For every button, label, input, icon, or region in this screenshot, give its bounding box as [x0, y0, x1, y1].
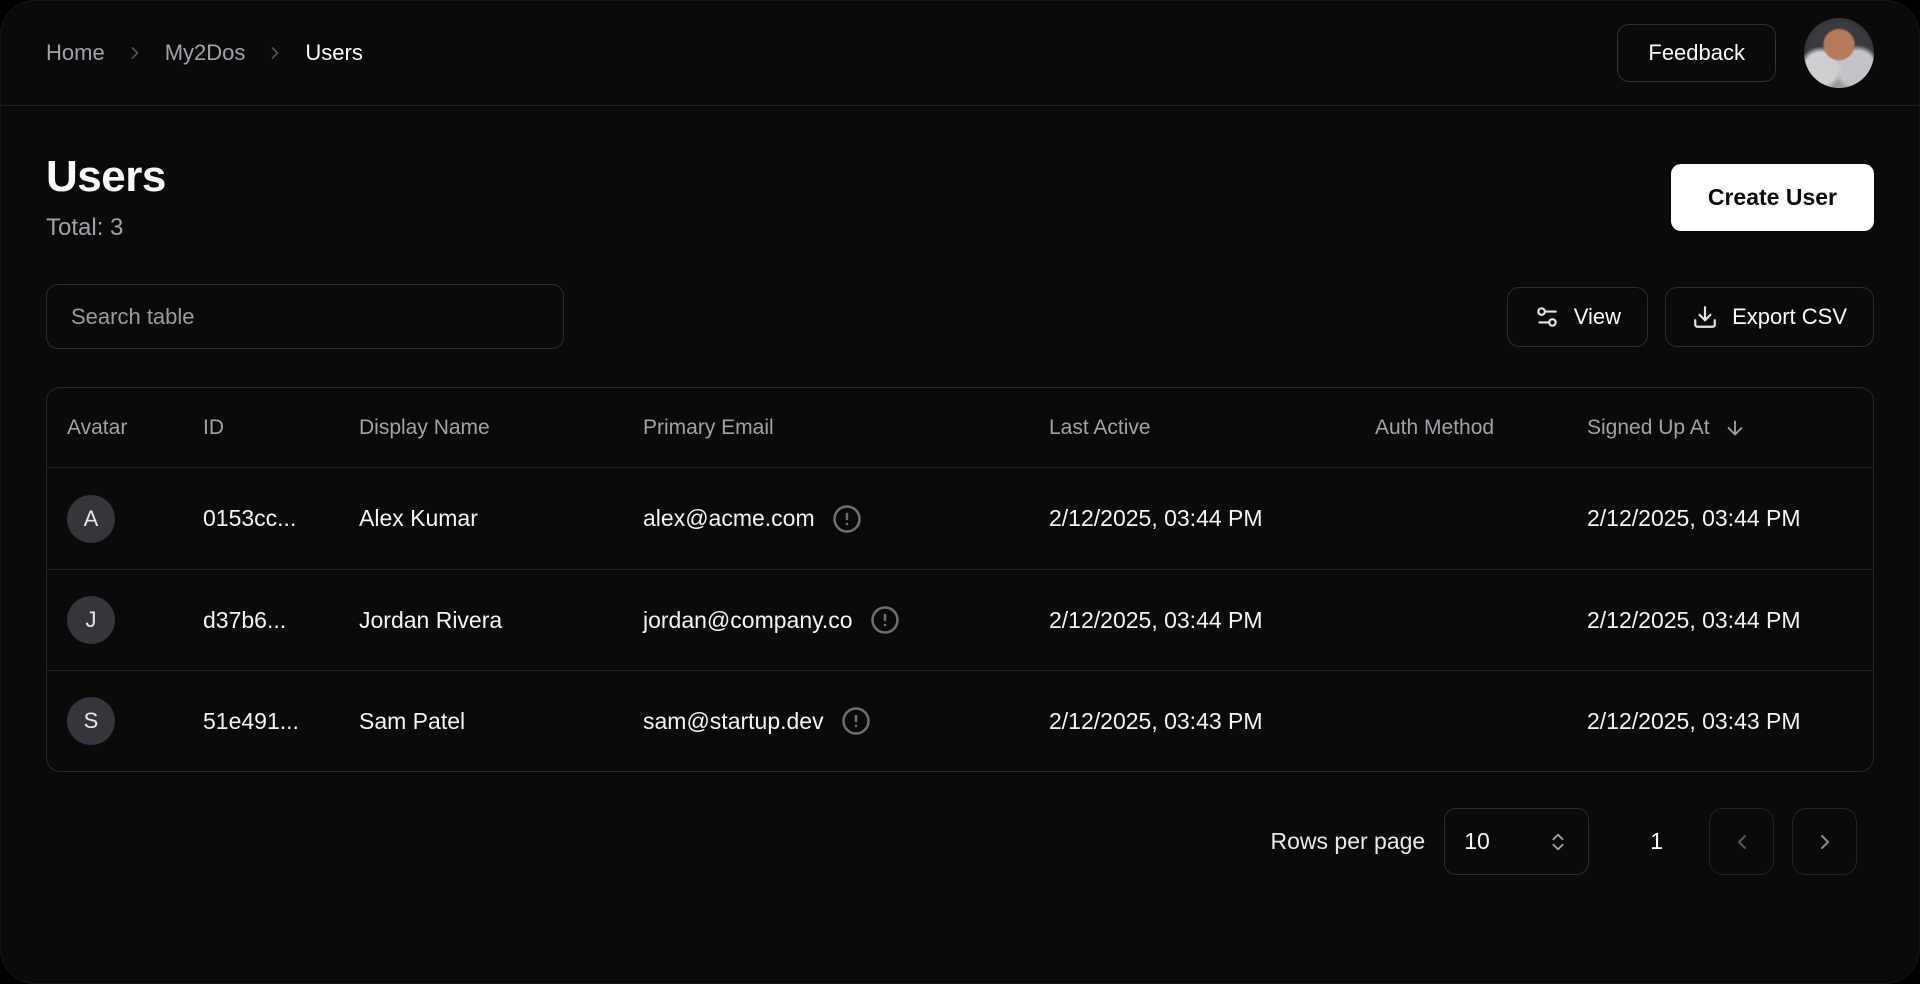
next-page-button[interactable] [1792, 808, 1857, 875]
avatar: J [67, 596, 115, 644]
current-page-indicator: 1 [1650, 828, 1663, 855]
column-header-auth-method[interactable]: Auth Method [1375, 416, 1587, 440]
column-header-primary-email[interactable]: Primary Email [643, 416, 1049, 440]
table-toolbar: View Export CSV [46, 284, 1874, 349]
display-name-cell: Jordan Rivera [359, 607, 643, 634]
last-active-cell: 2/12/2025, 03:44 PM [1049, 607, 1375, 634]
main-content: Users Total: 3 Create User View [1, 106, 1919, 983]
view-button[interactable]: View [1507, 287, 1648, 347]
display-name-cell: Alex Kumar [359, 505, 643, 532]
id-cell: d37b6... [203, 607, 359, 634]
avatar: A [67, 495, 115, 543]
profile-avatar[interactable] [1804, 18, 1874, 88]
chevrons-up-down-icon [1547, 831, 1569, 853]
column-header-label: Avatar [67, 416, 127, 440]
title-block: Users Total: 3 [46, 152, 166, 242]
id-cell: 0153cc... [203, 505, 359, 532]
alert-circle-icon[interactable] [832, 504, 862, 534]
column-header-signed-up-at[interactable]: Signed Up At [1587, 416, 1853, 440]
top-nav-right: Feedback [1617, 18, 1874, 88]
column-header-label: Display Name [359, 416, 490, 440]
rows-per-page-select[interactable]: 10 [1444, 808, 1589, 875]
chevron-right-icon [265, 43, 285, 63]
signed-up-at-cell: 2/12/2025, 03:43 PM [1587, 708, 1853, 735]
id-cell: 51e491... [203, 708, 359, 735]
search-input[interactable] [46, 284, 564, 349]
last-active-cell: 2/12/2025, 03:44 PM [1049, 505, 1375, 532]
view-button-label: View [1574, 304, 1621, 330]
column-header-display-name[interactable]: Display Name [359, 416, 643, 440]
create-user-button[interactable]: Create User [1671, 164, 1874, 231]
rows-per-page-label: Rows per page [1271, 828, 1426, 855]
email-text: jordan@company.co [643, 607, 853, 634]
alert-circle-icon[interactable] [841, 706, 871, 736]
column-header-label: Auth Method [1375, 416, 1494, 440]
table-row[interactable]: A 0153cc... Alex Kumar alex@acme.com 2/1… [47, 468, 1873, 569]
breadcrumb-users[interactable]: Users [305, 40, 362, 66]
app-window: Home My2Dos Users Feedback Users Total: … [0, 0, 1920, 984]
sliders-icon [1534, 304, 1560, 330]
page-title: Users [46, 152, 166, 202]
primary-email-cell: sam@startup.dev [643, 706, 1049, 736]
feedback-button[interactable]: Feedback [1617, 24, 1776, 82]
avatar-cell: J [67, 596, 203, 644]
chevron-right-icon [125, 43, 145, 63]
signed-up-at-cell: 2/12/2025, 03:44 PM [1587, 607, 1853, 634]
export-csv-button-label: Export CSV [1732, 304, 1847, 330]
export-csv-button[interactable]: Export CSV [1665, 287, 1874, 347]
total-count: Total: 3 [46, 214, 166, 242]
previous-page-button[interactable] [1709, 808, 1774, 875]
table-row[interactable]: S 51e491... Sam Patel sam@startup.dev 2/… [47, 670, 1873, 771]
display-name-cell: Sam Patel [359, 708, 643, 735]
avatar-cell: A [67, 495, 203, 543]
column-header-id[interactable]: ID [203, 416, 359, 440]
primary-email-cell: alex@acme.com [643, 504, 1049, 534]
chevron-left-icon [1730, 830, 1754, 854]
top-nav: Home My2Dos Users Feedback [1, 1, 1919, 106]
column-header-last-active[interactable]: Last Active [1049, 416, 1375, 440]
download-icon [1692, 304, 1718, 330]
breadcrumb-my2dos[interactable]: My2Dos [165, 40, 246, 66]
rows-per-page-value: 10 [1464, 828, 1490, 855]
chevron-right-icon [1813, 830, 1837, 854]
title-row: Users Total: 3 Create User [46, 152, 1874, 242]
sort-arrow-down-icon [1724, 417, 1746, 439]
column-header-label: Signed Up At [1587, 416, 1710, 440]
column-header-label: Last Active [1049, 416, 1151, 440]
primary-email-cell: jordan@company.co [643, 605, 1049, 635]
email-text: sam@startup.dev [643, 708, 824, 735]
column-header-avatar[interactable]: Avatar [67, 416, 203, 440]
table-row[interactable]: J d37b6... Jordan Rivera jordan@company.… [47, 569, 1873, 670]
users-table: Avatar ID Display Name Primary Email Las… [46, 387, 1874, 772]
pagination-bar: Rows per page 10 1 [46, 808, 1874, 875]
avatar: S [67, 697, 115, 745]
last-active-cell: 2/12/2025, 03:43 PM [1049, 708, 1375, 735]
column-header-label: ID [203, 416, 224, 440]
breadcrumb: Home My2Dos Users [46, 40, 363, 66]
alert-circle-icon[interactable] [870, 605, 900, 635]
signed-up-at-cell: 2/12/2025, 03:44 PM [1587, 505, 1853, 532]
toolbar-buttons: View Export CSV [1507, 287, 1874, 347]
email-text: alex@acme.com [643, 505, 815, 532]
breadcrumb-home[interactable]: Home [46, 40, 105, 66]
column-header-label: Primary Email [643, 416, 774, 440]
table-header-row: Avatar ID Display Name Primary Email Las… [47, 388, 1873, 468]
avatar-cell: S [67, 697, 203, 745]
